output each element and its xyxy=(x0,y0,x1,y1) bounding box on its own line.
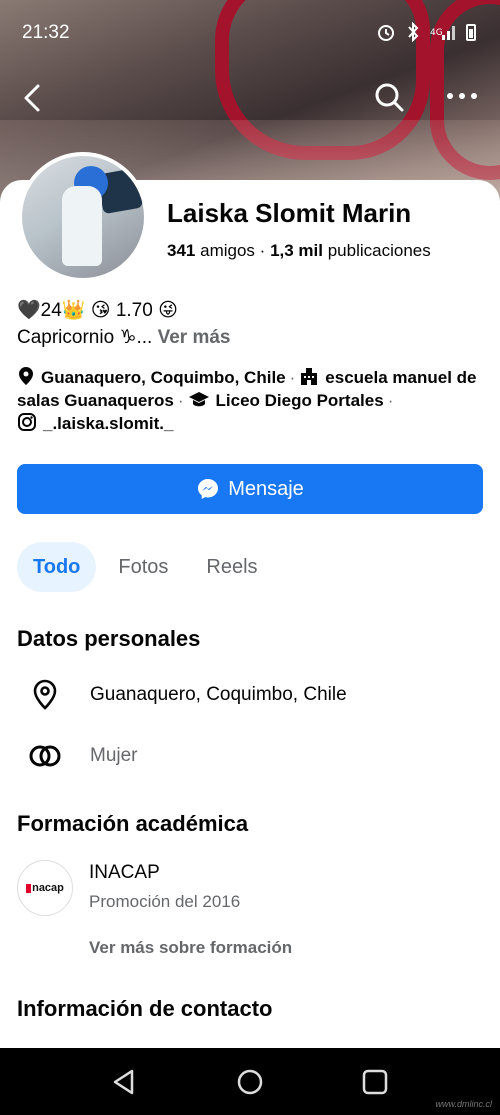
nav-home-button[interactable] xyxy=(234,1066,266,1098)
location-pin-icon xyxy=(19,367,33,385)
inacap-logo: nacap xyxy=(17,860,73,916)
nav-recents-square-icon xyxy=(362,1069,388,1095)
see-more-education-link[interactable]: Ver más sobre formación xyxy=(89,938,292,958)
graduation-cap-icon xyxy=(188,392,209,407)
top-nav xyxy=(0,76,500,120)
detail-instagram-link[interactable]: _.laiska.slomit._ xyxy=(43,414,173,433)
profile-tabs: Todo Fotos Reels xyxy=(17,542,274,592)
detail-separator: · xyxy=(177,391,184,410)
avatar-figure xyxy=(62,186,102,266)
inacap-logo-text: nacap xyxy=(32,882,64,894)
bio-line-2-text: Capricornio ♑... xyxy=(17,327,153,348)
personal-location-row: Guanaquero, Coquimbo, Chile xyxy=(0,670,500,720)
education-title: Formación académica xyxy=(17,811,249,836)
alarm-icon xyxy=(378,25,394,41)
gender-rings-icon xyxy=(29,745,61,767)
watermark-text: www.dmlinc.cl xyxy=(435,1099,492,1109)
search-button[interactable] xyxy=(372,80,406,114)
bio-line-2: Capricornio ♑... Ver más xyxy=(17,324,231,351)
nav-back-button[interactable] xyxy=(108,1066,140,1098)
counts-separator: · xyxy=(259,241,266,260)
nav-recents-button[interactable] xyxy=(359,1066,391,1098)
profile-counts: 341 amigos · 1,3 mil publicaciones xyxy=(167,241,431,261)
education-promo: Promoción del 2016 xyxy=(89,892,241,911)
tab-reels[interactable]: Reels xyxy=(190,542,273,592)
back-button[interactable] xyxy=(18,80,50,116)
posts-count: 1,3 mil xyxy=(270,241,323,260)
signal-icon: 4G xyxy=(430,26,455,40)
status-time: 21:32 xyxy=(22,22,70,43)
contact-info-title: Información de contacto xyxy=(17,996,273,1021)
status-bar: 21:32 4G xyxy=(0,0,500,66)
nav-back-triangle-icon xyxy=(113,1069,134,1095)
profile-details: Guanaquero, Coquimbo, Chile · escuela manu… xyxy=(17,366,487,435)
bio-see-more-link[interactable]: Ver más xyxy=(158,327,231,348)
tab-todo[interactable]: Todo xyxy=(17,542,97,592)
detail-separator: · xyxy=(387,391,394,410)
education-item[interactable]: nacap INACAP Promoción del 2016 xyxy=(17,860,477,920)
profile-name: Laiska Slomit Marin xyxy=(167,198,412,228)
bio-line-1: 🖤24👑 😘 1.70 😜 xyxy=(17,300,178,321)
detail-location: Guanaquero, Coquimbo, Chile xyxy=(41,368,286,387)
location-pin-outline-icon xyxy=(33,679,57,710)
posts-label: publicaciones xyxy=(327,241,431,260)
tab-fotos[interactable]: Fotos xyxy=(102,542,184,592)
profile-bio: 🖤24👑 😘 1.70 😜 Capricornio ♑... Ver más xyxy=(17,297,231,351)
system-nav-bar: www.dmlinc.cl xyxy=(0,1048,500,1115)
friends-label[interactable]: amigos xyxy=(200,241,255,260)
personal-data-title: Datos personales xyxy=(17,626,201,651)
more-dots-icon xyxy=(447,93,477,99)
bluetooth-icon xyxy=(408,22,419,42)
detail-school-2: Liceo Diego Portales xyxy=(215,391,384,410)
svg-text:4G: 4G xyxy=(430,28,443,38)
friends-count[interactable]: 341 xyxy=(167,241,195,260)
back-arrow-icon xyxy=(24,84,40,112)
nav-home-circle-icon xyxy=(237,1069,263,1095)
search-icon xyxy=(375,83,404,112)
profile-avatar[interactable] xyxy=(18,152,148,282)
message-button[interactable]: Mensaje xyxy=(17,464,483,514)
education-school: INACAP xyxy=(89,862,160,883)
more-options-button[interactable] xyxy=(445,84,479,108)
school-building-icon xyxy=(301,368,318,385)
message-button-label: Mensaje xyxy=(228,477,304,500)
personal-location-text: Guanaquero, Coquimbo, Chile xyxy=(90,684,347,705)
personal-gender-text: Mujer xyxy=(90,745,138,766)
messenger-icon xyxy=(198,479,219,499)
status-icons: 4G xyxy=(376,22,476,42)
instagram-icon xyxy=(18,413,36,431)
battery-icon xyxy=(466,23,476,41)
personal-gender-row: Mujer xyxy=(0,731,500,781)
detail-separator: · xyxy=(289,368,296,387)
